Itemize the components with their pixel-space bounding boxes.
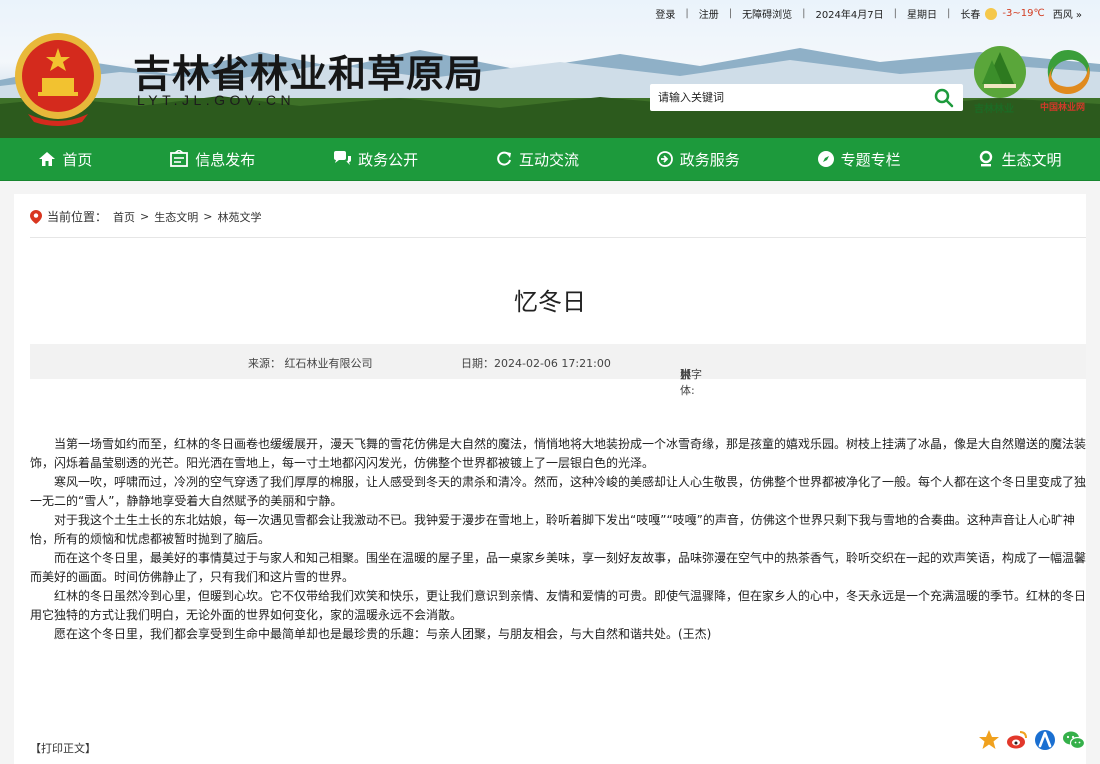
wechat-icon[interactable]: [1062, 729, 1086, 751]
article-container: 当前位置： 首页 > 生态文明 > 林苑文学 忆冬日 来源： 红石林业有限公司 …: [14, 194, 1086, 764]
current-date: 2024年4月7日: [815, 10, 884, 21]
nav-item-ecology[interactable]: 生态文明: [977, 149, 1061, 170]
favorite-star-icon[interactable]: [978, 729, 1000, 751]
search-input[interactable]: [650, 90, 930, 105]
article-date: 日期：2024-02-06 17:21:00: [461, 357, 611, 370]
nav-item-news[interactable]: 信息发布: [169, 149, 255, 170]
sunny-weather-icon: [985, 7, 998, 20]
breadcrumb-literature[interactable]: 林苑文学: [217, 209, 261, 225]
compass-icon: [817, 151, 834, 167]
china-forestry-label: 中国林业网: [1040, 103, 1086, 113]
breadcrumb-ecology[interactable]: 生态文明: [154, 209, 198, 225]
site-title: 吉林省林业和草原局: [133, 52, 485, 96]
search-box: [650, 84, 963, 111]
accessible-browse-link[interactable]: 无障碍浏览: [742, 6, 792, 21]
location-icon: [980, 150, 993, 167]
nav-item-interaction[interactable]: 互动交流: [495, 149, 579, 170]
weekday: 星期日: [907, 10, 938, 21]
nav-label: 信息发布: [195, 150, 256, 169]
location-pin-icon: [30, 209, 42, 224]
nav-label: 互动交流: [518, 150, 579, 169]
breadcrumb-home[interactable]: 首页: [113, 209, 135, 225]
jilin-forestry-label: 吉林林业: [974, 104, 1014, 115]
nav-label: 生态文明: [1001, 150, 1062, 169]
top-utility-bar: 登录 | 注册 | 无障碍浏览 | 2024年4月7日 | 星期日 | 长春 -…: [655, 6, 1082, 21]
breadcrumb-divider: [30, 237, 1086, 238]
refresh-icon: [497, 151, 511, 166]
home-icon: [39, 152, 56, 166]
site-header: 登录 | 注册 | 无障碍浏览 | 2024年4月7日 | 星期日 | 长春 -…: [0, 0, 1100, 138]
breadcrumb: 当前位置： 首页 > 生态文明 > 林苑文学: [30, 208, 261, 225]
news-icon: [170, 150, 189, 167]
article-paragraph: 而在这个冬日里，最美好的事情莫过于与家人和知己相聚。围坐在温暖的屋子里，品一桌家…: [30, 551, 1087, 584]
nav-label: 政务服务: [679, 150, 740, 169]
nav-label: 政务公开: [358, 150, 419, 169]
article-paragraph: 红林的冬日虽然冷到心里，但暖到心坎。它不仅带给我们欢笑和快乐，更让我们意识到亲情…: [30, 589, 1087, 622]
search-icon[interactable]: [933, 87, 955, 109]
forest-emblem-icon: [974, 46, 1026, 98]
article-body: 当第一场雪如约而至，红林的冬日画卷也缓缓展开，漫天飞舞的雪花仿佛是大自然的魔法，…: [30, 435, 1086, 644]
nav-label: 首页: [62, 150, 93, 169]
swirl-logo-icon: [1047, 50, 1090, 94]
breadcrumb-separator: >: [203, 210, 213, 223]
font-size-close: 】: [680, 368, 691, 381]
login-link[interactable]: 登录: [655, 6, 675, 21]
jilin-forestry-logo[interactable]: 吉林林业: [972, 44, 1028, 116]
article-paragraph: 当第一场雪如约而至，红林的冬日画卷也缓缓展开，漫天飞舞的雪花仿佛是大自然的魔法，…: [30, 437, 1087, 470]
national-emblem-icon: [15, 33, 101, 126]
weibo-icon[interactable]: [1006, 729, 1028, 751]
nav-item-special-topics[interactable]: 专题专栏: [817, 149, 901, 170]
renren-icon[interactable]: [1034, 729, 1056, 751]
article-meta-bar: 来源： 红石林业有限公司 日期：2024-02-06 17:21:00 【字体:…: [30, 344, 1086, 397]
weather-temp: -3~19℃: [1002, 8, 1045, 19]
nav-label: 专题专栏: [840, 150, 901, 169]
site-domain: LYT.JL.GOV.CN: [137, 92, 296, 108]
china-forestry-logo[interactable]: 中国林业网: [1036, 44, 1100, 116]
article-paragraph: 愿在这个冬日里，我们都会享受到生命中最简单却也是最珍贵的乐趣：与亲人团聚，与朋友…: [54, 627, 712, 641]
nav-item-home[interactable]: 首页: [38, 149, 92, 170]
article-paragraph: 对于我这个土生土长的东北姑娘，每一次遇见雪都会让我激动不已。我钟爱于漫步在雪地上…: [30, 513, 1075, 546]
chat-icon: [334, 151, 352, 165]
nav-item-gov-affairs[interactable]: 政务公开: [332, 149, 418, 170]
register-link[interactable]: 注册: [699, 6, 719, 21]
breadcrumb-label: 当前位置：: [47, 210, 108, 224]
article-title: 忆冬日: [514, 288, 586, 316]
article-paragraph: 寒风一吹，呼啸而过，冷冽的空气穿透了我们厚厚的棉服，让人感受到冬天的肃杀和清冷。…: [30, 475, 1087, 508]
print-article-link[interactable]: 【打印正文】: [30, 740, 96, 756]
main-nav: 首页 信息发布 政务公开 互动交流 政务服务 专题专栏 生态文明: [0, 138, 1100, 181]
service-icon: [656, 151, 673, 167]
nav-item-gov-service[interactable]: 政务服务: [656, 149, 740, 170]
share-bar: [978, 729, 1086, 751]
article-source: 来源： 红石林业有限公司: [248, 357, 373, 370]
breadcrumb-separator: >: [140, 210, 150, 223]
weather-wind[interactable]: 西风 »: [1053, 6, 1082, 21]
weather-city: 长春: [960, 10, 981, 21]
